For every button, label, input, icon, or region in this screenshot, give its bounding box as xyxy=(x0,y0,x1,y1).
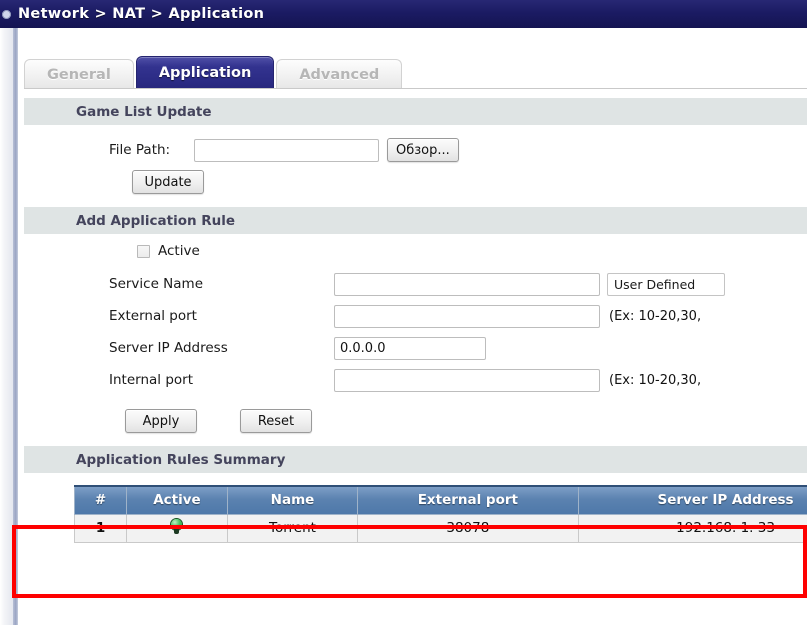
apply-button[interactable]: Apply xyxy=(125,409,197,433)
tab-application[interactable]: Application xyxy=(135,56,275,89)
form-action-row: Apply Reset xyxy=(24,396,807,446)
external-port-hint: (Ex: 10-20,30, xyxy=(609,308,702,324)
table-row[interactable]: 1 Torrent 38078 192.168. 1. 33 xyxy=(73,513,807,543)
spacer xyxy=(24,198,807,207)
reset-button[interactable]: Reset xyxy=(240,409,312,433)
tab-application-label: Application xyxy=(158,65,252,81)
window-icon xyxy=(0,7,12,21)
section-body-add-application-rule: Active Service Name User Defined Externa… xyxy=(24,234,807,446)
tab-content-panel: Game List Update File Path: Обзор... Upd… xyxy=(24,88,807,625)
service-name-select[interactable]: User Defined xyxy=(607,272,725,296)
browse-button[interactable]: Обзор... xyxy=(387,138,459,162)
active-checkbox-row: Active xyxy=(24,234,807,268)
application-rules-table: # Active Name External port Server IP Ad… xyxy=(73,485,807,543)
cell-num: 1 xyxy=(73,513,128,543)
tab-bar: General Application Advanced xyxy=(24,56,404,89)
router-admin-page: Network > NAT > Application General Appl… xyxy=(0,0,807,625)
external-port-row: External port (Ex: 10-20,30, xyxy=(24,300,807,332)
section-header-game-list-update: Game List Update xyxy=(24,98,807,125)
file-path-label: File Path: xyxy=(109,142,171,158)
external-port-label: External port xyxy=(109,308,197,324)
breadcrumb: Network > NAT > Application xyxy=(18,6,265,22)
active-checkbox[interactable] xyxy=(137,244,150,258)
file-path-row: File Path: Обзор... xyxy=(24,134,807,166)
tab-general-label: General xyxy=(47,66,111,83)
server-ip-row: Server IP Address xyxy=(24,332,807,364)
cell-server-ip: 192.168. 1. 33 xyxy=(577,513,807,543)
service-name-label: Service Name xyxy=(109,276,204,292)
service-name-row: Service Name User Defined xyxy=(24,268,807,300)
internal-port-row: Internal port (Ex: 10-20,30, xyxy=(24,364,807,396)
update-button[interactable]: Update xyxy=(132,170,204,194)
col-header-server-ip[interactable]: Server IP Address xyxy=(577,485,807,515)
table-header-row: # Active Name External port Server IP Ad… xyxy=(73,485,807,515)
content-top-spacer xyxy=(24,89,807,98)
internal-port-label: Internal port xyxy=(109,372,193,388)
section-header-application-rules-summary: Application Rules Summary xyxy=(24,446,807,473)
titlebar: Network > NAT > Application xyxy=(0,0,807,28)
internal-port-input[interactable] xyxy=(334,368,600,392)
cell-external-port: 38078 xyxy=(357,513,579,543)
active-checkbox-label: Active xyxy=(158,243,200,259)
spacer xyxy=(24,125,807,134)
tab-general[interactable]: General xyxy=(24,59,134,89)
cell-active xyxy=(126,513,228,543)
col-header-external-port[interactable]: External port xyxy=(357,485,579,515)
update-button-row: Update xyxy=(24,166,807,198)
cell-name: Torrent xyxy=(226,513,359,543)
tab-advanced[interactable]: Advanced xyxy=(276,59,403,89)
server-ip-label: Server IP Address xyxy=(109,340,228,356)
tab-advanced-label: Advanced xyxy=(299,66,380,83)
left-gutter xyxy=(0,28,13,625)
col-header-num[interactable]: # xyxy=(73,485,128,515)
server-ip-input[interactable] xyxy=(334,336,486,360)
active-indicator-icon xyxy=(170,518,183,534)
section-header-add-application-rule: Add Application Rule xyxy=(24,207,807,234)
summary-table-zone: # Active Name External port Server IP Ad… xyxy=(24,473,807,543)
col-header-name[interactable]: Name xyxy=(226,485,359,515)
col-header-active[interactable]: Active xyxy=(126,485,228,515)
internal-port-hint: (Ex: 10-20,30, xyxy=(609,372,702,388)
section-body-game-list-update: File Path: Обзор... Update xyxy=(24,125,807,207)
external-port-input[interactable] xyxy=(334,304,600,328)
service-name-input[interactable] xyxy=(334,272,600,296)
file-path-input[interactable] xyxy=(194,138,379,162)
